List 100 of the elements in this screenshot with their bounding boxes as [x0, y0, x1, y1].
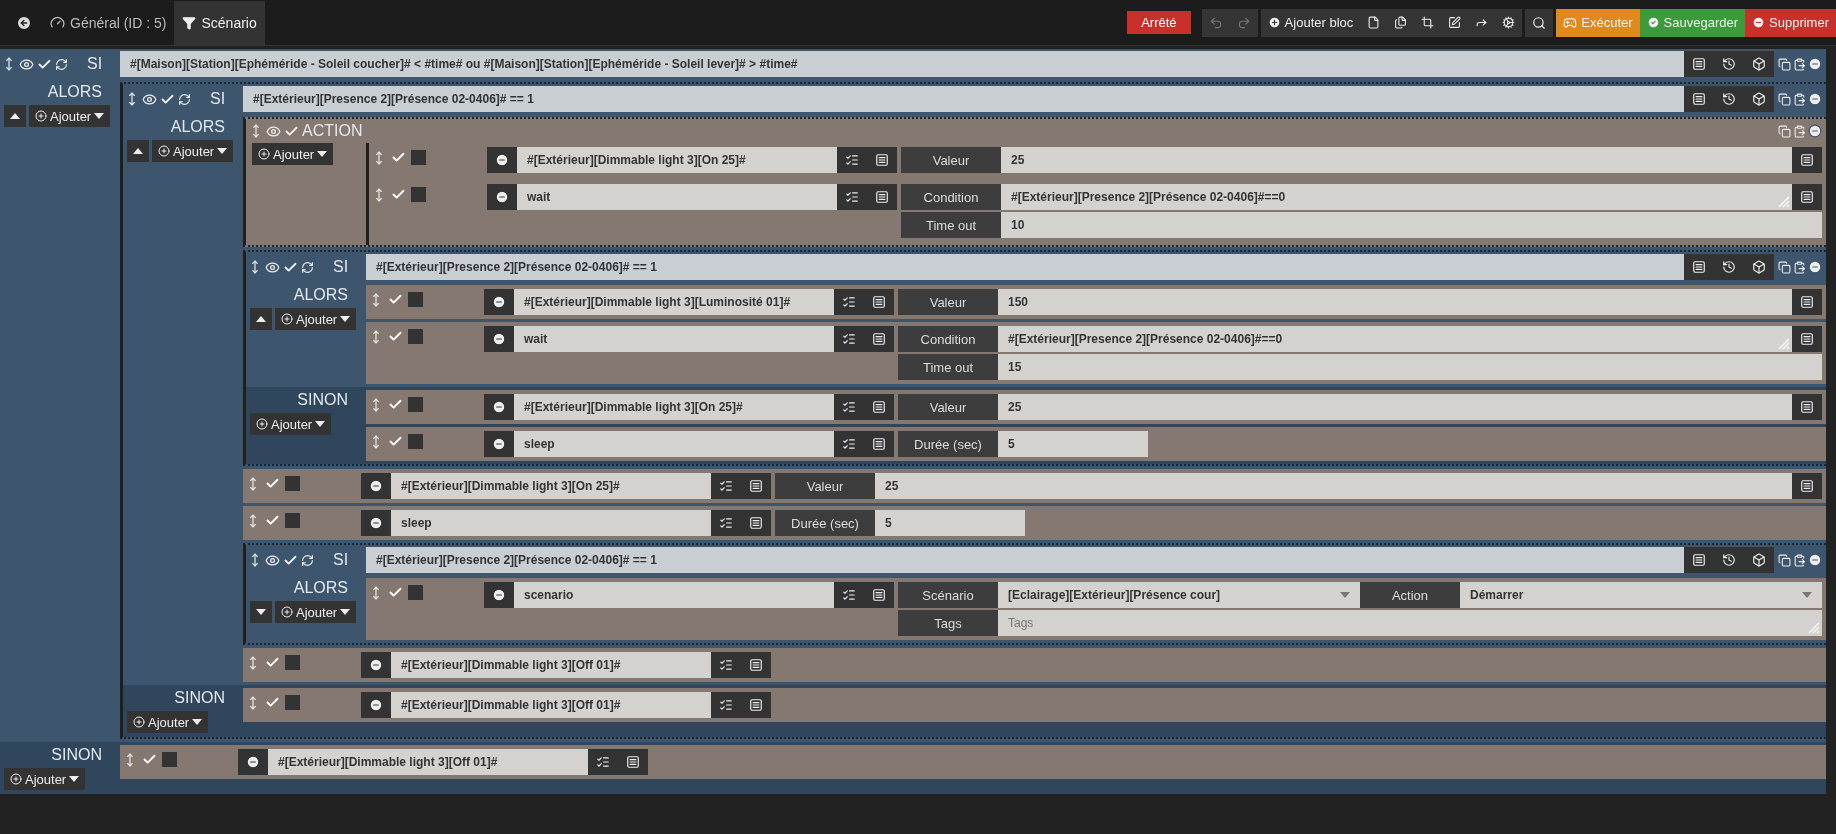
checkbox[interactable] [388, 397, 403, 412]
condition-field[interactable]: #[Extérieur][Presence 2][Présence 02-0406]#==0 [998, 326, 1792, 352]
tab[interactable]: Général (ID : 5) [42, 0, 175, 45]
add-button[interactable]: Ajouter [152, 140, 234, 162]
checkbox[interactable] [408, 434, 423, 449]
list-button[interactable] [864, 289, 894, 315]
list-button[interactable] [1792, 394, 1822, 420]
command-field[interactable]: #[Extérieur][Dimmable light 3][Off 01]# [391, 692, 711, 718]
copy-icon[interactable] [1778, 260, 1791, 274]
list-button[interactable] [1792, 326, 1822, 352]
collapse-button[interactable] [250, 601, 272, 623]
remove-button[interactable] [361, 510, 391, 536]
command-field[interactable]: #[Extérieur][Dimmable light 3][On 25]# [514, 394, 834, 420]
eye-icon[interactable] [265, 552, 280, 568]
copy-icon[interactable] [1778, 57, 1791, 71]
copy-icon[interactable] [1778, 92, 1791, 106]
condition-field[interactable]: #[Extérieur][Presence 2][Présence 02-0406]#==0 [1001, 184, 1792, 210]
eye-icon[interactable] [266, 123, 281, 139]
remove-button[interactable] [484, 431, 514, 457]
collapse-button[interactable] [127, 140, 149, 162]
checkbox[interactable] [265, 695, 280, 710]
list-button[interactable] [1792, 473, 1822, 499]
command-field[interactable]: #[Extérieur][Dimmable light 3][On 25]# [391, 473, 711, 499]
remove-button[interactable] [361, 692, 391, 718]
command-field[interactable]: #[Extérieur][Dimmable light 3][Off 01]# [391, 652, 711, 678]
eye-icon[interactable] [265, 259, 280, 275]
checklist-button[interactable] [588, 749, 618, 775]
checkbox[interactable] [408, 292, 423, 307]
value-field[interactable]: 15 [998, 354, 1822, 380]
checkbox[interactable] [411, 187, 426, 202]
list-button[interactable] [864, 326, 894, 352]
condition-field[interactable]: #[Extérieur][Presence 2][Présence 02-0406]# == 1 [243, 86, 1684, 112]
checklist-button[interactable] [834, 289, 864, 315]
list-button[interactable] [1792, 289, 1822, 315]
add-block-button[interactable]: Ajouter bloc [1260, 8, 1361, 37]
list-button[interactable] [864, 582, 894, 608]
checklist-button[interactable] [837, 147, 867, 173]
checkbox[interactable] [265, 655, 280, 670]
checklist-button[interactable] [834, 431, 864, 457]
command-field[interactable]: wait [514, 326, 834, 352]
condition-field[interactable]: #[Extérieur][Presence 2][Présence 02-0406]# == 1 [366, 254, 1684, 280]
paste-icon[interactable] [1793, 57, 1806, 71]
checkbox[interactable] [142, 752, 157, 767]
remove-button[interactable] [487, 184, 517, 210]
remove-button[interactable] [361, 473, 391, 499]
settings-button[interactable] [1495, 8, 1523, 37]
remove-button[interactable] [361, 652, 391, 678]
list-button[interactable] [867, 184, 897, 210]
checkbox[interactable] [411, 150, 426, 165]
dropdown[interactable]: Démarrer [1460, 582, 1822, 608]
collapse-button[interactable] [250, 308, 272, 330]
checkbox[interactable] [388, 585, 403, 600]
remove-button[interactable] [484, 289, 514, 315]
checkbox[interactable] [265, 476, 280, 491]
copy-icon[interactable] [1778, 553, 1791, 567]
add-button[interactable]: Ajouter [252, 143, 334, 165]
list-button[interactable] [741, 692, 771, 718]
checkbox[interactable] [285, 695, 300, 710]
checklist-button[interactable] [834, 582, 864, 608]
list-button[interactable] [741, 473, 771, 499]
checkbox[interactable] [388, 292, 403, 307]
value-field[interactable]: 25 [1001, 147, 1792, 173]
eye-icon[interactable] [142, 91, 157, 107]
search-button[interactable] [1525, 8, 1554, 37]
delete-button[interactable]: Supprimer [1745, 8, 1836, 37]
checklist-button[interactable] [711, 510, 741, 536]
remove-icon[interactable] [1808, 124, 1822, 138]
remove-icon[interactable] [1808, 260, 1822, 274]
command-field[interactable]: #[Extérieur][Dimmable light 3][Luminosité 01]# [514, 289, 834, 315]
value-field[interactable]: 5 [998, 431, 1148, 457]
checkbox[interactable] [408, 397, 423, 412]
checklist-button[interactable] [711, 692, 741, 718]
remove-icon[interactable] [1808, 57, 1822, 71]
list-button[interactable] [1792, 147, 1822, 173]
refresh-icon[interactable] [301, 260, 314, 274]
paste-icon[interactable] [1793, 553, 1806, 567]
checkbox[interactable] [391, 187, 406, 202]
list-button[interactable] [741, 510, 771, 536]
paste-icon[interactable] [1793, 260, 1806, 274]
collapse-button[interactable] [4, 105, 26, 127]
checkbox[interactable] [408, 329, 423, 344]
command-field[interactable]: wait [517, 184, 837, 210]
add-button[interactable]: Ajouter [250, 413, 332, 435]
checkbox[interactable] [162, 752, 177, 767]
list-button[interactable] [618, 749, 648, 775]
add-button[interactable]: Ajouter [4, 768, 86, 790]
value-field[interactable]: 150 [998, 289, 1792, 315]
list-button[interactable] [864, 394, 894, 420]
command-field[interactable]: #[Extérieur][Dimmable light 3][On 25]# [517, 147, 837, 173]
paste-icon[interactable] [1793, 92, 1806, 106]
list-button[interactable] [867, 147, 897, 173]
add-button[interactable]: Ajouter [275, 601, 357, 623]
checkbox[interactable] [408, 585, 423, 600]
remove-icon[interactable] [1808, 553, 1822, 567]
checkbox[interactable] [285, 513, 300, 528]
remove-button[interactable] [484, 582, 514, 608]
condition-field[interactable]: #[Extérieur][Presence 2][Présence 02-0406]# == 1 [366, 547, 1684, 573]
remove-button[interactable] [484, 326, 514, 352]
checkbox[interactable] [285, 476, 300, 491]
remove-button[interactable] [484, 394, 514, 420]
